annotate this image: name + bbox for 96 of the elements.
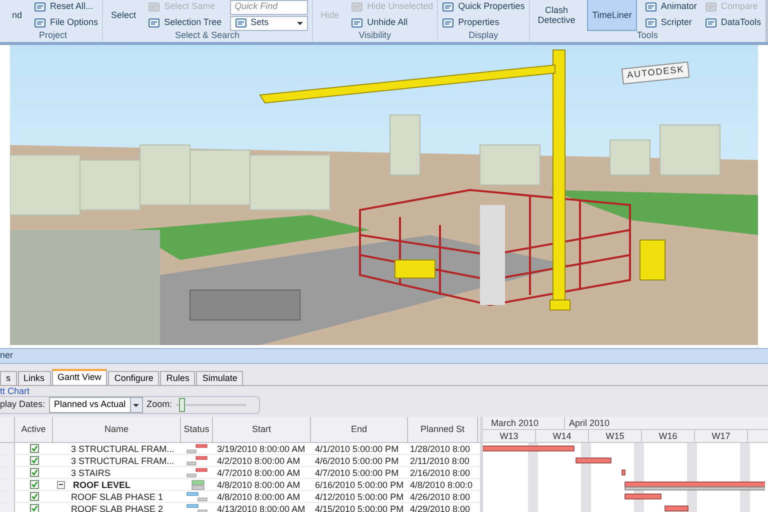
task-name: 3 STRUCTURAL FRAM... [71,442,174,454]
tab[interactable]: s [0,371,16,385]
group-label[interactable]: Visibility [358,28,392,42]
zoom-label: Zoom: [146,398,172,412]
start-cell-text: 4/8/2010 8:00:00 AM [216,491,302,502]
scrollbar [766,0,768,42]
tab[interactable]: Gantt View [52,369,108,385]
row-header[interactable] [0,503,15,512]
week-header: W16 [642,430,695,442]
checkbox[interactable] [30,492,38,501]
week-header: W17 [695,430,748,442]
group-label[interactable]: Project [39,28,68,42]
column-header[interactable]: End [311,417,408,442]
display-dates-label: play Dates: [0,398,46,412]
start-cell-text: 4/13/2010 8:00:00 AM [216,503,306,512]
slider-thumb[interactable] [179,398,186,412]
sets-dropdown[interactable]: Sets [230,16,308,30]
ribbon-button[interactable]: DataTools [704,16,761,30]
ribbon-button[interactable]: Quick Properties [442,0,525,14]
quick-find-field[interactable]: Quick Find [230,0,308,14]
task-name: ROOF SLAB PHASE 1 [71,490,164,502]
column-header[interactable]: Planned St [408,417,478,442]
row-header[interactable] [0,479,15,490]
start-cell-text: 4/8/2010 8:00:00 AM [216,479,302,490]
planned-start-cell-text: 4/26/2010 8:00 [409,491,472,502]
tool-icon [148,17,160,29]
row-header[interactable] [0,467,15,478]
planned-start-cell-text: 4/29/2010 8:00 [409,503,472,512]
end-cell-text: 6/16/2010 5:00:00 PM [314,479,405,490]
tab[interactable]: Links [18,371,51,385]
week-header: W13 [483,430,536,442]
ribbon-button[interactable]: Properties [442,16,525,30]
checkbox[interactable] [30,480,38,489]
tool-icon [704,1,717,13]
week-header: W15 [589,430,642,442]
end-cell-text: 4/12/2010 5:00:00 PM [314,491,405,502]
ribbon-large-button[interactable]: nd [8,0,26,31]
task-name: 3 STRUCTURAL FRAM... [71,454,174,466]
tool-icon [34,17,46,29]
caret-icon [130,398,142,412]
column-header[interactable]: Name [53,417,181,442]
tab[interactable]: Configure [108,371,160,385]
display-dates-dropdown[interactable]: Planned vs Actual [49,397,143,413]
ribbon-large-button[interactable]: Select [107,0,140,31]
task-name: 3 STAIRS [71,466,110,478]
column-header[interactable]: Start [213,417,311,442]
group-label[interactable]: Select & Search [175,28,240,42]
tool-icon [351,1,364,13]
column-header[interactable]: Status [181,417,213,442]
ribbon-button[interactable]: Selection Tree [148,16,222,30]
caret-icon [296,22,303,24]
ribbon-large-button[interactable]: TimeLiner [587,0,637,31]
zoom-slider[interactable] [176,398,246,412]
tab[interactable]: Rules [160,371,196,385]
tool-icon [351,17,364,29]
checkbox[interactable] [30,468,38,477]
planned-start-cell-text: 2/16/2010 8:00 [409,467,472,478]
column-header[interactable]: Active [15,417,53,442]
tool-icon [148,1,160,13]
ribbon-button[interactable]: Scripter [644,16,697,30]
ribbon-button[interactable]: Reset All... [34,0,98,14]
end-cell-text: 4/7/2010 5:00:00 PM [314,467,400,478]
panel-title: ner [0,349,14,362]
month-header: April 2010 [568,417,610,429]
tab[interactable]: Simulate [196,371,244,385]
planned-start-cell-text: 2/11/2010 8:00 [409,455,470,466]
task-name: ROOF LEVEL [73,478,131,490]
end-cell-text: 4/6/2010 5:00:00 PM [314,455,400,466]
task-name: ROOF SLAB PHASE 2 [71,502,164,512]
tool-icon [704,17,717,29]
row-header[interactable] [0,443,15,454]
checkbox[interactable] [30,456,38,465]
checkbox[interactable] [30,504,38,512]
checkbox[interactable] [30,444,38,453]
ribbon-button[interactable]: File Options [34,16,98,30]
end-cell-text: 4/15/2010 5:00:00 PM [314,503,405,512]
group-label[interactable]: Display [468,28,498,42]
planned-start-cell-text: 1/28/2010 8:00 [409,443,472,454]
week-header: W14 [536,430,589,442]
ribbon-button[interactable]: Animator [644,0,697,14]
sets-icon [234,17,247,29]
tool-icon [442,17,454,29]
row-header[interactable] [0,491,15,502]
ribbon-button[interactable]: Unhide All [351,16,434,30]
ribbon-large-button[interactable]: Clash Detective [534,0,580,31]
tool-icon [644,17,657,29]
group-label[interactable]: Tools [636,28,658,42]
row-header[interactable] [0,455,15,466]
end-cell-text: 4/1/2010 5:00:00 PM [314,443,400,454]
collapse-icon[interactable] [57,480,65,488]
start-cell-text: 4/2/2010 8:00:00 AM [216,455,302,466]
section-title: tt Chart [0,386,31,396]
month-header: March 2010 [487,417,565,429]
planned-start-cell-text: 4/8/2010 8:00:0 [409,479,474,490]
start-cell-text: 4/7/2010 8:00:00 AM [216,467,302,478]
start-cell-text: 3/19/2010 8:00:00 AM [216,443,306,454]
